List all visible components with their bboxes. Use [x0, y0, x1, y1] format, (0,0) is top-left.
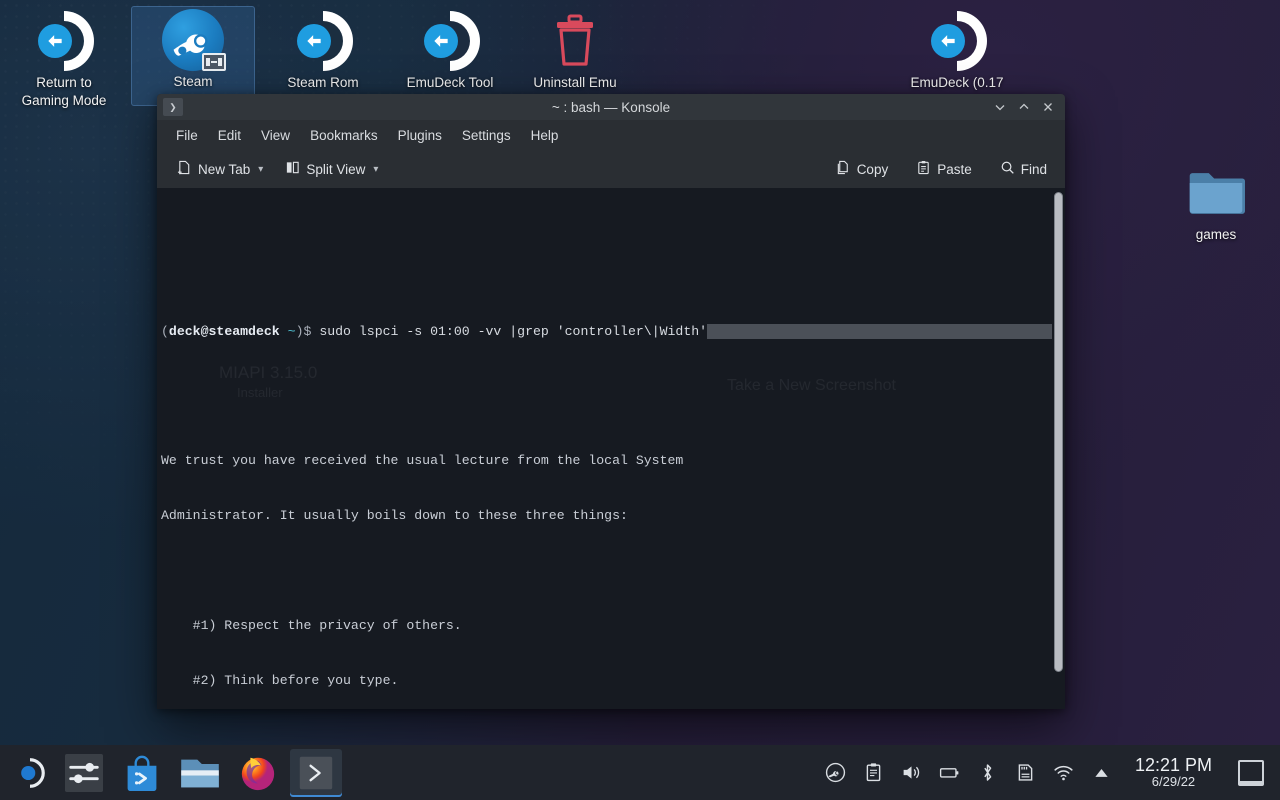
return-arrow-icon	[895, 8, 1019, 74]
konsole-icon: ❯	[163, 98, 183, 116]
window-title: ~ : bash — Konsole	[551, 99, 671, 115]
new-tab-label: New Tab	[198, 161, 251, 177]
chevron-down-icon[interactable]: ▾	[373, 164, 378, 175]
folder-icon	[1154, 160, 1278, 226]
desktop-icon-return-to-gaming-mode[interactable]: Return to Gaming Mode	[2, 8, 126, 110]
system-tray[interactable]: 12:21 PM 6/29/22	[825, 755, 1280, 791]
copy-icon	[836, 160, 851, 178]
taskbar-item-discover-store[interactable]	[116, 749, 168, 797]
paste-icon	[916, 160, 931, 178]
minimize-all-button[interactable]	[1238, 759, 1264, 786]
bluetooth-tray-icon[interactable]	[977, 762, 999, 784]
konsole-window[interactable]: ❯ ~ : bash — Konsole File Edit View Book…	[157, 94, 1065, 709]
steam-icon	[132, 7, 254, 73]
desktop-icon-label: Return to Gaming Mode	[21, 75, 107, 108]
kde-launcher-icon[interactable]	[8, 751, 52, 795]
clock-date: 6/29/22	[1151, 774, 1196, 790]
steam-tray-icon[interactable]	[825, 762, 847, 784]
terminal-command: sudo lspci -s 01:00 -vv |grep 'controlle…	[319, 323, 708, 339]
wifi-tray-icon[interactable]	[1053, 762, 1075, 784]
menu-file[interactable]: File	[167, 124, 207, 147]
taskbar[interactable]: 12:21 PM 6/29/22	[0, 745, 1280, 800]
taskbar-item-konsole[interactable]	[290, 748, 342, 797]
desktop-icon-label: Steam Rom	[287, 75, 359, 90]
terminal-selection	[707, 323, 1052, 339]
desktop-icon-label: EmuDeck Tool	[406, 75, 494, 90]
taskbar-item-file-manager[interactable]	[174, 749, 226, 797]
desktop-icon-emudeck[interactable]: EmuDeck (0.17	[895, 8, 1019, 92]
desktop-icon-label: games	[1195, 227, 1237, 242]
window-controls[interactable]	[989, 97, 1065, 117]
terminal-line: Administrator. It usually boils down to …	[161, 507, 628, 523]
desktop-icon-uninstall-emu[interactable]: Uninstall Emu	[513, 8, 637, 92]
copy-label: Copy	[856, 161, 889, 177]
split-view-button[interactable]: Split View ▾	[279, 156, 384, 182]
show-hidden-tray-icon[interactable]	[1091, 762, 1113, 784]
clock-time: 12:21 PM	[1134, 754, 1212, 775]
taskbar-item-system-settings[interactable]	[58, 749, 110, 797]
desktop[interactable]: Return to Gaming Mode Steam Steam Rom Em…	[0, 0, 1280, 800]
prompt-path: ~	[287, 323, 296, 339]
search-icon	[1000, 160, 1015, 178]
terminal-line: #2) Think before you type.	[161, 673, 399, 689]
terminal-area[interactable]: MIAPI 3.15.0 Installer Take a New Screen…	[157, 188, 1065, 709]
return-arrow-icon	[388, 8, 512, 74]
close-button[interactable]	[1037, 97, 1059, 117]
copy-button[interactable]: Copy	[830, 156, 895, 182]
clock[interactable]: 12:21 PM 6/29/22	[1135, 755, 1212, 791]
desktop-icon-label: Steam	[173, 74, 213, 89]
menu-help[interactable]: Help	[522, 124, 568, 147]
controller-badge-icon	[202, 53, 226, 71]
scrollbar-thumb[interactable]	[1054, 192, 1063, 672]
terminal-line: We trust you have received the usual lec…	[161, 452, 684, 468]
paste-label: Paste	[937, 161, 972, 177]
menu-settings[interactable]: Settings	[453, 124, 520, 147]
chevron-down-icon[interactable]: ▾	[258, 164, 263, 175]
desktop-icon-steam[interactable]: Steam	[131, 6, 255, 106]
menu-bookmarks[interactable]: Bookmarks	[301, 124, 387, 147]
minimize-button[interactable]	[989, 97, 1011, 117]
find-button[interactable]: Find	[994, 156, 1053, 182]
prompt-user: deck@steamdeck	[168, 323, 280, 339]
terminal-output[interactable]: MIAPI 3.15.0 Installer Take a New Screen…	[157, 188, 1052, 709]
ghost-version-text: MIAPI 3.15.0	[219, 363, 318, 382]
volume-tray-icon[interactable]	[901, 762, 923, 784]
menubar[interactable]: File Edit View Bookmarks Plugins Setting…	[157, 120, 1065, 150]
menu-plugins[interactable]: Plugins	[389, 124, 451, 147]
new-tab-button[interactable]: New Tab ▾	[171, 156, 269, 182]
find-label: Find	[1020, 161, 1047, 177]
return-arrow-icon	[2, 8, 126, 74]
terminal-line: #1) Respect the privacy of others.	[161, 618, 462, 634]
maximize-button[interactable]	[1013, 97, 1035, 117]
desktop-icon-emudeck-tool[interactable]: EmuDeck Tool	[388, 8, 512, 92]
toolbar[interactable]: New Tab ▾ Split View ▾ Copy Paste Find	[157, 150, 1065, 188]
trash-icon	[513, 8, 637, 74]
split-view-icon	[285, 160, 300, 178]
taskbar-item-firefox[interactable]	[232, 749, 284, 797]
new-tab-icon	[177, 160, 192, 178]
desktop-icon-steam-rom[interactable]: Steam Rom	[261, 8, 385, 92]
terminal-scrollbar[interactable]	[1052, 188, 1065, 709]
desktop-icon-games-folder[interactable]: games	[1154, 160, 1278, 244]
menu-view[interactable]: View	[252, 124, 299, 147]
terminal-prompt-line: (deck@steamdeck ~)$ sudo lspci -s 01:00 …	[161, 323, 1052, 341]
desktop-icon-label: EmuDeck (0.17	[910, 75, 1004, 90]
desktop-icon-label: Uninstall Emu	[533, 75, 617, 90]
clipboard-tray-icon[interactable]	[863, 762, 885, 784]
paste-button[interactable]: Paste	[910, 156, 978, 182]
window-titlebar[interactable]: ❯ ~ : bash — Konsole	[157, 94, 1065, 120]
menu-edit[interactable]: Edit	[209, 124, 250, 147]
return-arrow-icon	[261, 8, 385, 74]
battery-tray-icon[interactable]	[939, 762, 961, 784]
ghost-screenshot-text: Take a New Screenshot	[727, 377, 896, 394]
sdcard-tray-icon[interactable]	[1015, 762, 1037, 784]
split-view-label: Split View	[306, 161, 366, 177]
